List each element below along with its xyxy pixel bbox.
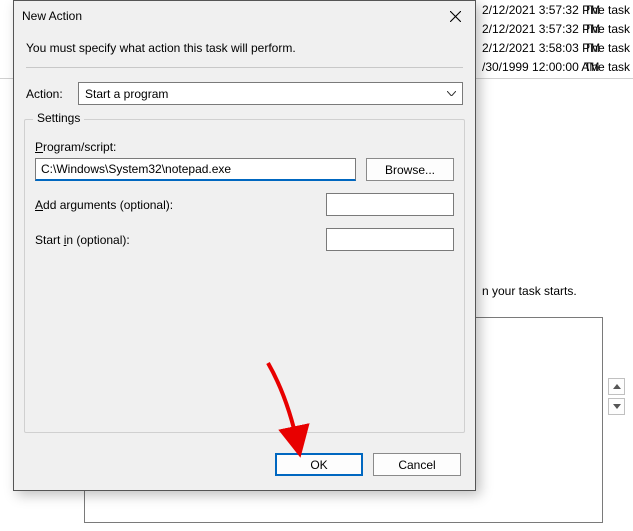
cell-desc: The task i	[578, 41, 633, 55]
cell-desc: The task i	[578, 3, 633, 17]
background-hint-text: n your task starts.	[482, 284, 577, 298]
settings-group: Settings Program/script: Browse... Add a…	[24, 119, 465, 433]
add-arguments-input[interactable]	[326, 193, 454, 216]
chevron-down-icon	[444, 91, 458, 96]
action-label: Action:	[26, 87, 68, 101]
program-script-label: Program/script:	[35, 140, 454, 154]
start-in-label: Start in (optional):	[35, 233, 316, 247]
close-button[interactable]	[437, 2, 473, 30]
close-icon	[450, 11, 461, 22]
browse-button[interactable]: Browse...	[366, 158, 454, 181]
action-selected-text: Start a program	[85, 87, 168, 101]
action-combobox[interactable]: Start a program	[78, 82, 463, 105]
new-action-dialog: New Action You must specify what action …	[13, 0, 476, 491]
spin-down-button[interactable]	[608, 398, 625, 415]
cancel-button[interactable]: Cancel	[373, 453, 461, 476]
spin-up-button[interactable]	[608, 378, 625, 395]
settings-group-title: Settings	[33, 111, 84, 125]
program-script-input[interactable]	[35, 158, 356, 181]
add-arguments-label: Add arguments (optional):	[35, 198, 316, 212]
start-in-input[interactable]	[326, 228, 454, 251]
instruction-text: You must specify what action this task w…	[14, 31, 475, 67]
ok-button[interactable]: OK	[275, 453, 363, 476]
cell-desc: The task h	[578, 60, 633, 74]
dialog-title: New Action	[22, 9, 437, 23]
cell-desc: The task i	[578, 22, 633, 36]
title-bar: New Action	[14, 1, 475, 31]
